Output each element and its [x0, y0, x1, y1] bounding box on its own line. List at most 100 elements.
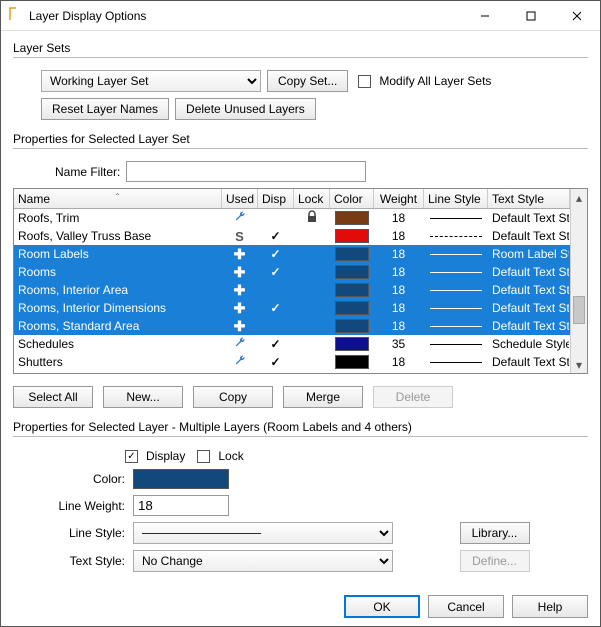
table-row[interactable]: Rooms, Interior Area✚ 18 Default Text Styl…	[14, 281, 570, 299]
cell-disp[interactable]	[258, 281, 294, 299]
cell-weight: 18	[374, 281, 424, 299]
col-name[interactable]: Name	[18, 192, 50, 206]
cell-color[interactable]	[330, 227, 374, 245]
cell-color[interactable]	[330, 209, 374, 227]
cell-weight: 18	[374, 317, 424, 335]
cancel-button[interactable]: Cancel	[428, 595, 504, 618]
scroll-down-icon[interactable]: ▾	[571, 356, 587, 373]
cell-linestyle	[424, 245, 488, 263]
table-row[interactable]: Schedules✓35Schedule Style	[14, 335, 570, 353]
display-checkbox[interactable]: Display	[125, 449, 185, 463]
text-style-select[interactable]: No Change	[133, 550, 393, 572]
table-row[interactable]: Rooms, Interior Dimensions✚✓18Default Te…	[14, 299, 570, 317]
line-weight-input[interactable]	[133, 495, 229, 516]
cell-disp[interactable]: ✓	[258, 353, 294, 371]
table-row[interactable]: Room Labels✚✓18Room Label Style	[14, 245, 570, 263]
col-linestyle[interactable]: Line Style	[424, 189, 488, 208]
cell-disp[interactable]: ✓	[258, 299, 294, 317]
reset-layer-names-button[interactable]: Reset Layer Names	[41, 98, 169, 120]
col-disp[interactable]: Disp	[258, 189, 294, 208]
line-weight-label: Line Weight:	[25, 499, 125, 513]
cell-name: Roofs, Valley Truss Base	[14, 227, 222, 245]
modify-all-checkbox[interactable]: Modify All Layer Sets	[358, 74, 491, 88]
cell-disp[interactable]: ✓	[258, 263, 294, 281]
wrench-icon	[233, 210, 247, 227]
vertical-scrollbar[interactable]: ▴ ▾	[570, 189, 587, 373]
table-row[interactable]: Roofs, Trim18Default Text Style	[14, 209, 570, 227]
table-header[interactable]: Name ⌃ Used Disp Lock Color Weight Line S…	[14, 189, 570, 209]
cell-linestyle	[424, 317, 488, 335]
cell-lock[interactable]	[294, 245, 330, 263]
cell-disp[interactable]	[258, 209, 294, 227]
layer-set-select[interactable]: Working Layer Set	[41, 70, 261, 92]
sort-indicator-icon: ⌃	[114, 192, 121, 201]
cell-color[interactable]	[330, 263, 374, 281]
lock-checkbox[interactable]: Lock	[197, 449, 243, 463]
library-button[interactable]: Library...	[460, 522, 530, 544]
cell-disp[interactable]	[258, 317, 294, 335]
copy-set-button[interactable]: Copy Set...	[267, 70, 348, 92]
color-swatch[interactable]	[133, 469, 229, 489]
cell-name: Shutters	[14, 353, 222, 371]
cell-textstyle: Room Label Style	[488, 245, 570, 263]
table-row[interactable]: Rooms, Standard Area✚18Default Text Styl…	[14, 317, 570, 335]
cell-weight: 18	[374, 353, 424, 371]
check-icon: ✓	[270, 229, 280, 243]
lock-icon	[305, 210, 319, 227]
table-row[interactable]: Rooms✚✓18Default Text Style	[14, 263, 570, 281]
col-used[interactable]: Used	[222, 189, 258, 208]
cell-lock[interactable]	[294, 281, 330, 299]
cell-lock[interactable]	[294, 353, 330, 371]
cell-name: Rooms, Interior Area	[14, 281, 222, 299]
help-button[interactable]: Help	[512, 595, 588, 618]
cell-textstyle: Default Text Style	[488, 209, 570, 227]
close-button[interactable]	[554, 1, 600, 30]
cell-color[interactable]	[330, 299, 374, 317]
cell-linestyle	[424, 335, 488, 353]
cell-linestyle	[424, 299, 488, 317]
minimize-button[interactable]	[462, 1, 508, 30]
cell-lock[interactable]	[294, 209, 330, 227]
cell-used: ✚	[222, 281, 258, 299]
table-row[interactable]: Shutters ✓ 18 Default Text Style	[14, 353, 570, 371]
scroll-thumb[interactable]	[573, 296, 585, 324]
layer-sets-heading: Layer Sets	[13, 41, 588, 58]
cell-color[interactable]	[330, 245, 374, 263]
cell-linestyle	[424, 263, 488, 281]
cell-textstyle: Default Text Style	[488, 281, 570, 299]
ok-button[interactable]: OK	[344, 595, 420, 618]
scroll-up-icon[interactable]: ▴	[571, 189, 587, 206]
table-row[interactable]: Roofs, Valley Truss BaseS✓18Default Text…	[14, 227, 570, 245]
cell-color[interactable]	[330, 353, 374, 371]
cell-weight: 18	[374, 245, 424, 263]
cell-used	[222, 353, 258, 371]
cell-weight: 18	[374, 263, 424, 281]
col-textstyle[interactable]: Text Style	[488, 189, 570, 208]
new-layer-button[interactable]: New...	[103, 386, 183, 408]
cell-textstyle: Default Text Style	[488, 353, 570, 371]
cell-disp[interactable]: ✓	[258, 335, 294, 353]
col-lock[interactable]: Lock	[294, 189, 330, 208]
delete-unused-layers-button[interactable]: Delete Unused Layers	[175, 98, 316, 120]
cell-disp[interactable]: ✓	[258, 227, 294, 245]
cell-lock[interactable]	[294, 317, 330, 335]
cell-disp[interactable]: ✓	[258, 245, 294, 263]
maximize-button[interactable]	[508, 1, 554, 30]
cell-color[interactable]	[330, 281, 374, 299]
cell-color[interactable]	[330, 335, 374, 353]
cell-lock[interactable]	[294, 227, 330, 245]
merge-button[interactable]: Merge	[283, 386, 363, 408]
cell-color[interactable]	[330, 317, 374, 335]
col-color[interactable]: Color	[330, 189, 374, 208]
copy-layer-button[interactable]: Copy	[193, 386, 273, 408]
layers-table: Name ⌃ Used Disp Lock Color Weight Line S…	[13, 188, 588, 374]
text-style-label: Text Style:	[25, 554, 125, 568]
cell-lock[interactable]	[294, 263, 330, 281]
name-filter-input[interactable]	[126, 161, 366, 182]
select-all-button[interactable]: Select All	[13, 386, 93, 408]
col-weight[interactable]: Weight	[374, 189, 424, 208]
line-style-select[interactable]: ──────────────	[133, 522, 393, 544]
cell-lock[interactable]	[294, 335, 330, 353]
cell-lock[interactable]	[294, 299, 330, 317]
cell-linestyle	[424, 227, 488, 245]
